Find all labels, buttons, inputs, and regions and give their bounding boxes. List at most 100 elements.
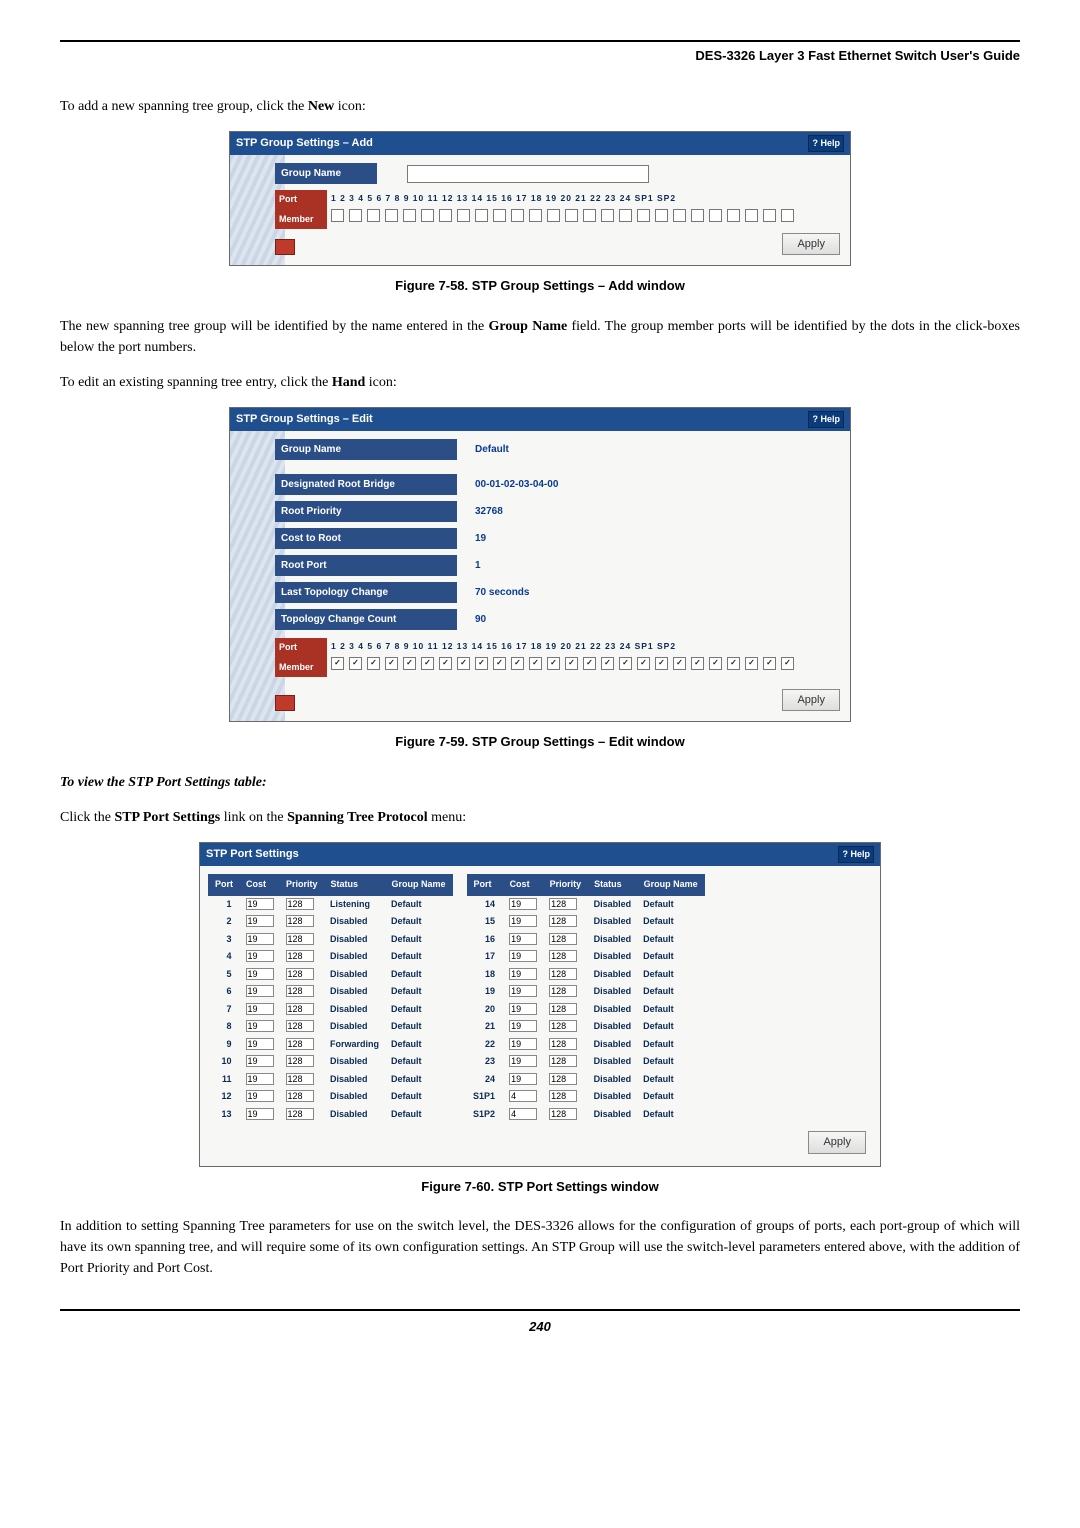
cost-input[interactable] bbox=[246, 968, 274, 980]
col-header: Port bbox=[467, 875, 503, 896]
col-header: Status bbox=[324, 875, 385, 896]
table-row: 15DisabledDefault bbox=[467, 913, 704, 931]
fig58-caption: Figure 7-58. STP Group Settings – Add wi… bbox=[60, 276, 1020, 296]
cost-input[interactable] bbox=[246, 1003, 274, 1015]
priority-input[interactable] bbox=[549, 1003, 577, 1015]
view-line-mid: link on the bbox=[220, 810, 287, 825]
cost-input[interactable] bbox=[509, 1020, 537, 1032]
member-checkboxes[interactable] bbox=[327, 655, 801, 672]
priority-input[interactable] bbox=[549, 968, 577, 980]
port-label: Port bbox=[275, 638, 327, 658]
cost-input[interactable] bbox=[509, 1090, 537, 1102]
help-button[interactable]: ? Help bbox=[808, 411, 844, 429]
cost-input[interactable] bbox=[509, 1055, 537, 1067]
table-row: 8DisabledDefault bbox=[209, 1018, 453, 1036]
cost-input[interactable] bbox=[509, 898, 537, 910]
priority-input[interactable] bbox=[549, 915, 577, 927]
edit-row-label: Group Name bbox=[275, 439, 457, 460]
table-row: 21DisabledDefault bbox=[467, 1018, 704, 1036]
priority-input[interactable] bbox=[549, 950, 577, 962]
view-line-b2: Spanning Tree Protocol bbox=[287, 810, 428, 825]
priority-input[interactable] bbox=[549, 1055, 577, 1067]
apply-button[interactable]: Apply bbox=[782, 233, 840, 256]
cost-input[interactable] bbox=[246, 985, 274, 997]
exit-icon[interactable] bbox=[275, 239, 295, 255]
cost-input[interactable] bbox=[509, 1073, 537, 1085]
priority-input[interactable] bbox=[286, 1073, 314, 1085]
cost-input[interactable] bbox=[509, 1108, 537, 1120]
group-name-input[interactable] bbox=[407, 165, 649, 183]
edit-row-value: 32768 bbox=[457, 504, 840, 519]
table-row: S1P2DisabledDefault bbox=[467, 1106, 704, 1124]
cost-input[interactable] bbox=[509, 968, 537, 980]
priority-input[interactable] bbox=[286, 968, 314, 980]
help-button[interactable]: ? Help bbox=[808, 135, 844, 153]
fig59-caption: Figure 7-59. STP Group Settings – Edit w… bbox=[60, 732, 1020, 752]
view-line: Click the STP Port Settings link on the … bbox=[60, 807, 1020, 828]
table-row: 2DisabledDefault bbox=[209, 913, 453, 931]
stp-edit-panel: STP Group Settings – Edit ? Help Group N… bbox=[229, 407, 851, 723]
stp-add-title: STP Group Settings – Add bbox=[236, 135, 373, 152]
member-label: Member bbox=[275, 210, 327, 230]
page-header: DES-3326 Layer 3 Fast Ethernet Switch Us… bbox=[60, 46, 1020, 66]
col-header: Port bbox=[209, 875, 240, 896]
table-row: S1P1DisabledDefault bbox=[467, 1088, 704, 1106]
cost-input[interactable] bbox=[246, 1020, 274, 1032]
cost-input[interactable] bbox=[246, 1090, 274, 1102]
priority-input[interactable] bbox=[549, 933, 577, 945]
priority-input[interactable] bbox=[549, 1108, 577, 1120]
cost-input[interactable] bbox=[246, 1108, 274, 1120]
priority-input[interactable] bbox=[286, 1003, 314, 1015]
priority-input[interactable] bbox=[286, 933, 314, 945]
apply-button[interactable]: Apply bbox=[808, 1131, 866, 1154]
cost-input[interactable] bbox=[509, 915, 537, 927]
priority-input[interactable] bbox=[286, 1090, 314, 1102]
edit-row-value: 90 bbox=[457, 612, 840, 627]
priority-input[interactable] bbox=[286, 898, 314, 910]
page-number: 240 bbox=[60, 1309, 1020, 1337]
cost-input[interactable] bbox=[246, 1038, 274, 1050]
stp-add-panel: STP Group Settings – Add ? Help Group Na… bbox=[229, 131, 851, 267]
cost-input[interactable] bbox=[246, 950, 274, 962]
priority-input[interactable] bbox=[549, 898, 577, 910]
after-add: The new spanning tree group will be iden… bbox=[60, 316, 1020, 358]
help-button[interactable]: ? Help bbox=[838, 846, 874, 864]
exit-icon[interactable] bbox=[275, 695, 295, 711]
priority-input[interactable] bbox=[286, 1055, 314, 1067]
cost-input[interactable] bbox=[509, 985, 537, 997]
table-row: 24DisabledDefault bbox=[467, 1071, 704, 1089]
priority-input[interactable] bbox=[286, 985, 314, 997]
table-row: 11DisabledDefault bbox=[209, 1071, 453, 1089]
intro-add-post: icon: bbox=[334, 99, 366, 114]
priority-input[interactable] bbox=[549, 985, 577, 997]
cost-input[interactable] bbox=[509, 1003, 537, 1015]
member-checkboxes[interactable] bbox=[327, 207, 801, 224]
cost-input[interactable] bbox=[246, 933, 274, 945]
cost-input[interactable] bbox=[509, 933, 537, 945]
stp-port-settings-panel: STP Port Settings ? Help PortCostPriorit… bbox=[199, 842, 881, 1167]
priority-input[interactable] bbox=[286, 1108, 314, 1120]
stp-port-settings-title: STP Port Settings bbox=[206, 846, 299, 863]
cost-input[interactable] bbox=[246, 1073, 274, 1085]
port-label: Port bbox=[275, 190, 327, 210]
cost-input[interactable] bbox=[246, 898, 274, 910]
view-heading-em: To view the STP Port Settings table: bbox=[60, 775, 267, 790]
table-row: 4DisabledDefault bbox=[209, 948, 453, 966]
priority-input[interactable] bbox=[549, 1020, 577, 1032]
cost-input[interactable] bbox=[509, 950, 537, 962]
intro-edit: To edit an existing spanning tree entry,… bbox=[60, 372, 1020, 393]
priority-input[interactable] bbox=[286, 1038, 314, 1050]
cost-input[interactable] bbox=[246, 915, 274, 927]
table-row: 7DisabledDefault bbox=[209, 1001, 453, 1019]
cost-input[interactable] bbox=[509, 1038, 537, 1050]
priority-input[interactable] bbox=[549, 1090, 577, 1102]
priority-input[interactable] bbox=[286, 915, 314, 927]
priority-input[interactable] bbox=[549, 1073, 577, 1085]
group-name-label: Group Name bbox=[275, 163, 377, 184]
cost-input[interactable] bbox=[246, 1055, 274, 1067]
table-row: 10DisabledDefault bbox=[209, 1053, 453, 1071]
priority-input[interactable] bbox=[549, 1038, 577, 1050]
priority-input[interactable] bbox=[286, 950, 314, 962]
priority-input[interactable] bbox=[286, 1020, 314, 1032]
apply-button[interactable]: Apply bbox=[782, 689, 840, 712]
